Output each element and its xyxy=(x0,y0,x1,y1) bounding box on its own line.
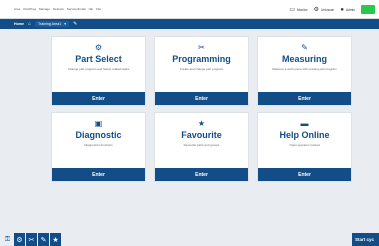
enter-button[interactable]: Enter xyxy=(258,168,351,181)
enter-button[interactable]: Enter xyxy=(52,92,145,105)
card-programming: ✂ Programming Create and change part pro… xyxy=(154,36,249,106)
enter-button[interactable]: Enter xyxy=(52,168,145,181)
card-description: Open operator manual xyxy=(289,143,320,147)
card-title: Programming xyxy=(172,54,231,64)
card-description: Change part program and Select related t… xyxy=(67,67,130,71)
part-select-icon: ⚙ xyxy=(16,236,23,244)
favourite-tool-button[interactable]: ★ xyxy=(50,233,61,246)
help-online-icon: ▬ xyxy=(300,119,309,128)
start-cycle-button[interactable]: Start cyc xyxy=(352,233,379,246)
part-select-icon: ⚙ xyxy=(94,43,103,52)
card-favourite: ★ Favourite Favourite parts and groups E… xyxy=(154,112,249,182)
enter-button[interactable]: Enter xyxy=(258,92,351,105)
enter-button[interactable]: Enter xyxy=(155,168,248,181)
monitor-icon: ▭ xyxy=(289,6,295,13)
programming-icon: ✂ xyxy=(198,43,205,52)
user-icon: ● xyxy=(340,6,344,13)
home-link[interactable]: Home xyxy=(14,22,24,26)
menu-item-file[interactable]: File xyxy=(96,7,101,11)
menu-item-help[interactable]: Hlp xyxy=(89,7,94,11)
gear-icon: ⚙ xyxy=(313,6,320,13)
card-title: Help Online xyxy=(279,130,330,140)
card-description: Diagnostics functions xyxy=(84,143,113,147)
status-area: ▭ Monitor ⚙ Unknown ● Admin xyxy=(289,4,375,15)
pencil-icon[interactable]: ✎ xyxy=(73,21,77,27)
measuring-icon: ✎ xyxy=(301,43,308,52)
diagnostic-icon: ▣ xyxy=(94,119,103,128)
breadcrumb-label: Training Area1 xyxy=(38,22,62,26)
programming-tool-button[interactable]: ✂ xyxy=(26,233,37,246)
measuring-icon: ✎ xyxy=(40,236,47,244)
favourite-icon: ★ xyxy=(52,236,59,244)
tool-status-label: Unknown xyxy=(321,7,335,12)
tool-status[interactable]: ⚙ Unknown xyxy=(314,7,335,13)
card-title: Measuring xyxy=(281,54,327,64)
programming-icon: ✂ xyxy=(28,236,35,244)
card-diagnostic: ▣ Diagnostic Diagnostics functions Enter xyxy=(51,112,146,182)
card-part-select: ⚙ Part Select Change part program and Se… xyxy=(51,36,146,106)
monitor-status[interactable]: ▭ Monitor xyxy=(289,7,307,13)
card-title: Favourite xyxy=(181,130,222,140)
card-description: Create and change part program xyxy=(179,67,224,71)
home-icon[interactable]: ⌂ xyxy=(28,21,31,27)
card-help-online: ▬ Help Online Open operator manual Enter xyxy=(257,112,352,182)
card-measuring: ✎ Measuring Measure a work piece with ex… xyxy=(257,36,352,106)
card-title: Part Select xyxy=(75,54,122,64)
main-menu: Area Part/Prog Manage Network Service/In… xyxy=(14,7,101,11)
card-title: Diagnostic xyxy=(75,130,122,140)
bottom-toolbar: ⚿ ⚙ ✂ ✎ ★ Start cyc xyxy=(0,233,379,246)
part-select-tool-button[interactable]: ⚙ xyxy=(14,233,25,246)
card-description: Favourite parts and groups xyxy=(183,143,220,147)
measuring-tool-button[interactable]: ✎ xyxy=(38,233,49,246)
lock-icon[interactable]: ⚿ xyxy=(3,233,12,246)
card-description: Measure a work piece with existing part … xyxy=(272,67,337,71)
menu-item-part-prog[interactable]: Part/Prog xyxy=(23,7,36,11)
chevron-down-icon: ▾ xyxy=(64,22,67,26)
user-menu[interactable]: ● Admin xyxy=(340,7,355,13)
menu-item-service[interactable]: Service/Install xyxy=(67,7,86,11)
enter-button[interactable]: Enter xyxy=(155,92,248,105)
menu-item-network[interactable]: Network xyxy=(53,7,64,11)
menu-item-manage[interactable]: Manage xyxy=(39,7,50,11)
navigation-bar: Home ⌂ Training Area1 ▾ ✎ xyxy=(0,19,379,29)
top-menu-bar: Area Part/Prog Manage Network Service/In… xyxy=(0,0,379,19)
favourite-icon: ★ xyxy=(197,119,206,128)
breadcrumb[interactable]: Training Area1 ▾ xyxy=(35,21,70,27)
menu-item-area[interactable]: Area xyxy=(14,7,20,11)
status-indicator xyxy=(361,5,375,14)
monitor-status-label: Monitor xyxy=(297,7,308,12)
user-name: Admin xyxy=(345,7,355,12)
